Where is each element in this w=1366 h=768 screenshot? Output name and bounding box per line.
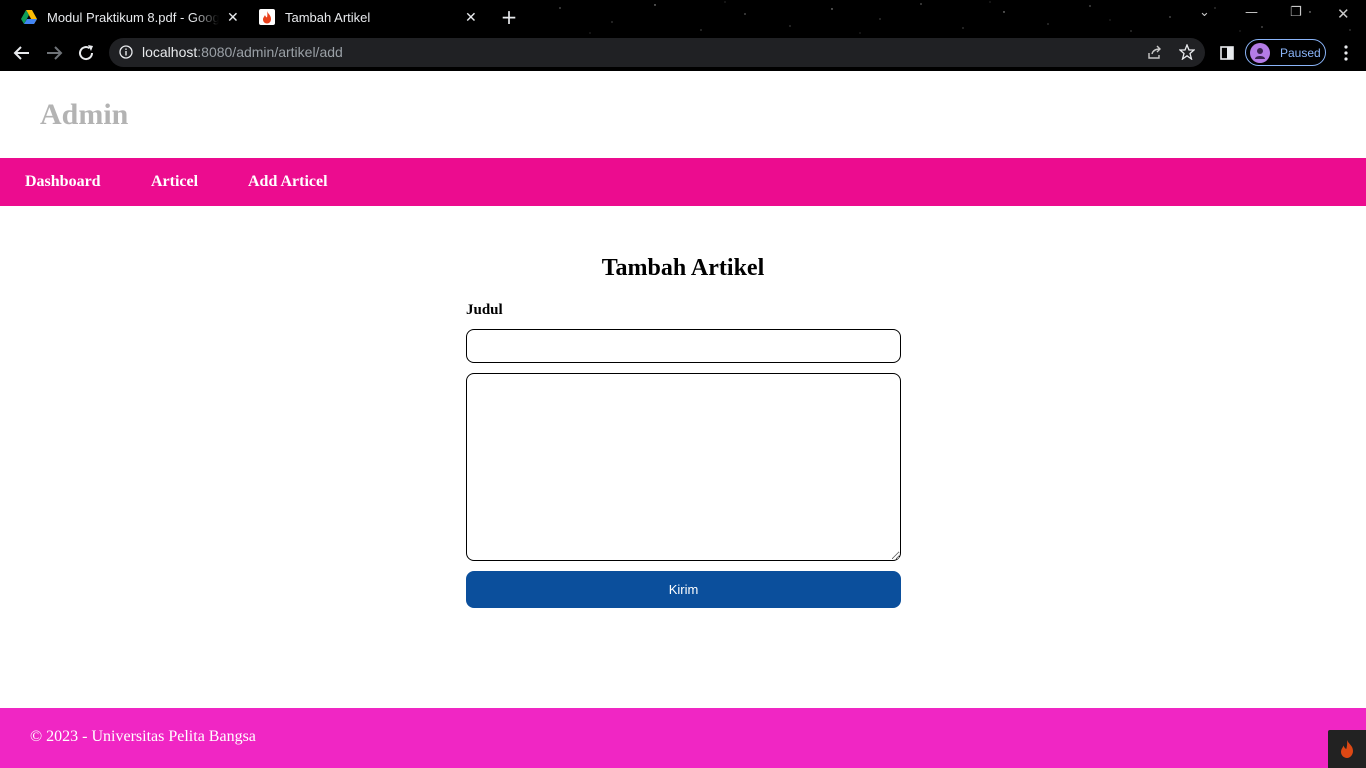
codeigniter-debug-toolbar-icon[interactable] xyxy=(1328,730,1366,768)
nav-link-dashboard[interactable]: Dashboard xyxy=(25,173,101,191)
judul-label: Judul xyxy=(466,302,503,318)
profile-status: Paused xyxy=(1280,45,1321,60)
share-icon[interactable] xyxy=(1147,44,1163,65)
nav-link-articel[interactable]: Articel xyxy=(151,173,198,191)
tab-search-chevron-icon[interactable]: ⌄ xyxy=(1199,5,1210,20)
brand-title: Admin xyxy=(40,98,129,131)
form-title: Tambah Artikel xyxy=(601,255,765,281)
browser-tabstrip: Modul Praktikum 8.pdf - Google ✕ Tambah … xyxy=(0,0,1366,34)
tab-title: Tambah Artikel xyxy=(285,9,371,25)
close-window-icon[interactable]: ✕ xyxy=(1337,5,1350,23)
address-bar[interactable]: localhost:8080/admin/artikel/add xyxy=(109,38,1205,67)
nav-link-add-articel[interactable]: Add Articel xyxy=(248,173,328,191)
main-nav: Dashboard Articel Add Articel xyxy=(0,158,1366,206)
footer-copyright: © 2023 - Universitas Pelita Bangsa xyxy=(30,728,256,745)
isi-textarea[interactable] xyxy=(466,373,901,561)
tab-tambah-artikel[interactable]: Tambah Artikel ✕ xyxy=(259,0,481,34)
judul-input[interactable] xyxy=(466,329,901,363)
forward-icon[interactable] xyxy=(43,42,65,64)
close-tab-icon[interactable]: ✕ xyxy=(227,9,239,26)
tab-modul-praktikum[interactable]: Modul Praktikum 8.pdf - Google ✕ xyxy=(21,0,243,34)
tab-title: Modul Praktikum 8.pdf - Google xyxy=(47,9,219,25)
restore-icon[interactable]: ❐ xyxy=(1290,5,1302,20)
codeigniter-flame-icon xyxy=(259,9,275,25)
back-icon[interactable] xyxy=(11,42,33,64)
bookmark-star-icon[interactable] xyxy=(1178,43,1196,65)
site-info-icon[interactable] xyxy=(119,45,133,64)
page-content: Admin Dashboard Articel Add Articel Tamb… xyxy=(0,71,1366,768)
url-text: localhost:8080/admin/artikel/add xyxy=(142,44,343,60)
new-tab-icon[interactable]: + xyxy=(499,7,519,27)
google-drive-icon xyxy=(21,9,37,25)
close-tab-icon[interactable]: ✕ xyxy=(465,9,477,26)
site-footer: © 2023 - Universitas Pelita Bangsa xyxy=(0,708,1366,768)
avatar xyxy=(1250,42,1270,63)
reload-icon[interactable] xyxy=(75,42,97,64)
side-panel-icon[interactable] xyxy=(1216,42,1238,64)
browser-toolbar: localhost:8080/admin/artikel/add Paused xyxy=(0,34,1366,71)
menu-icon[interactable] xyxy=(1335,42,1357,64)
minimize-icon[interactable]: — xyxy=(1245,5,1258,20)
kirim-button[interactable]: Kirim xyxy=(466,571,901,608)
site-header: Admin xyxy=(0,71,1366,158)
profile-button[interactable]: Paused xyxy=(1245,39,1326,66)
